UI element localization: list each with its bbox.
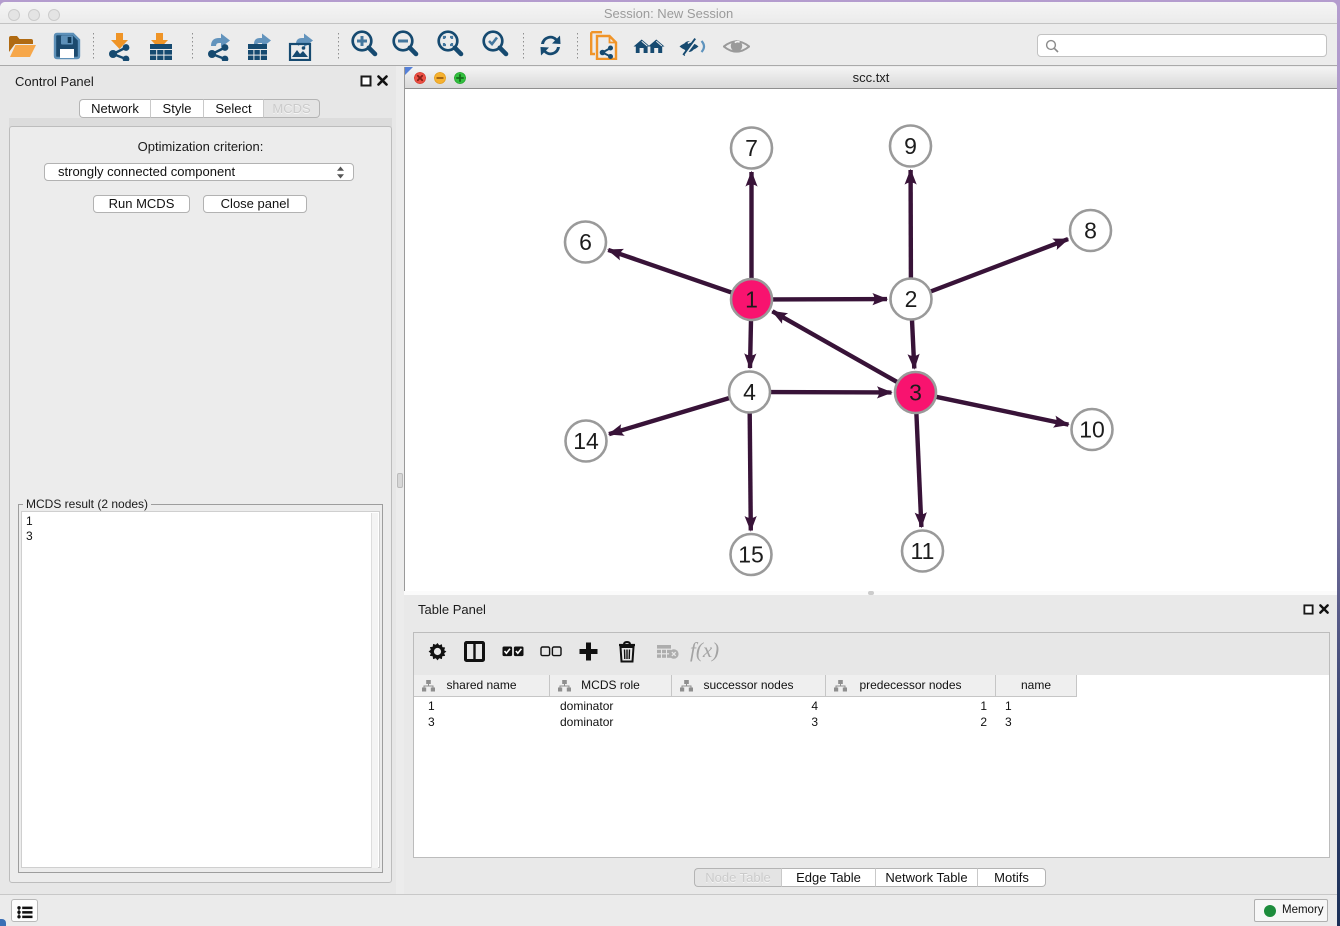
svg-text:1: 1 bbox=[745, 287, 758, 313]
svg-text:11: 11 bbox=[911, 538, 935, 564]
svg-text:6: 6 bbox=[579, 229, 592, 255]
svg-text:4: 4 bbox=[743, 379, 756, 405]
svg-text:2: 2 bbox=[905, 286, 918, 312]
svg-text:3: 3 bbox=[909, 380, 922, 406]
svg-text:8: 8 bbox=[1084, 218, 1097, 244]
svg-text:15: 15 bbox=[738, 542, 764, 568]
svg-text:7: 7 bbox=[745, 135, 758, 161]
svg-text:10: 10 bbox=[1079, 417, 1105, 443]
svg-text:9: 9 bbox=[904, 133, 917, 159]
svg-text:14: 14 bbox=[573, 428, 599, 454]
